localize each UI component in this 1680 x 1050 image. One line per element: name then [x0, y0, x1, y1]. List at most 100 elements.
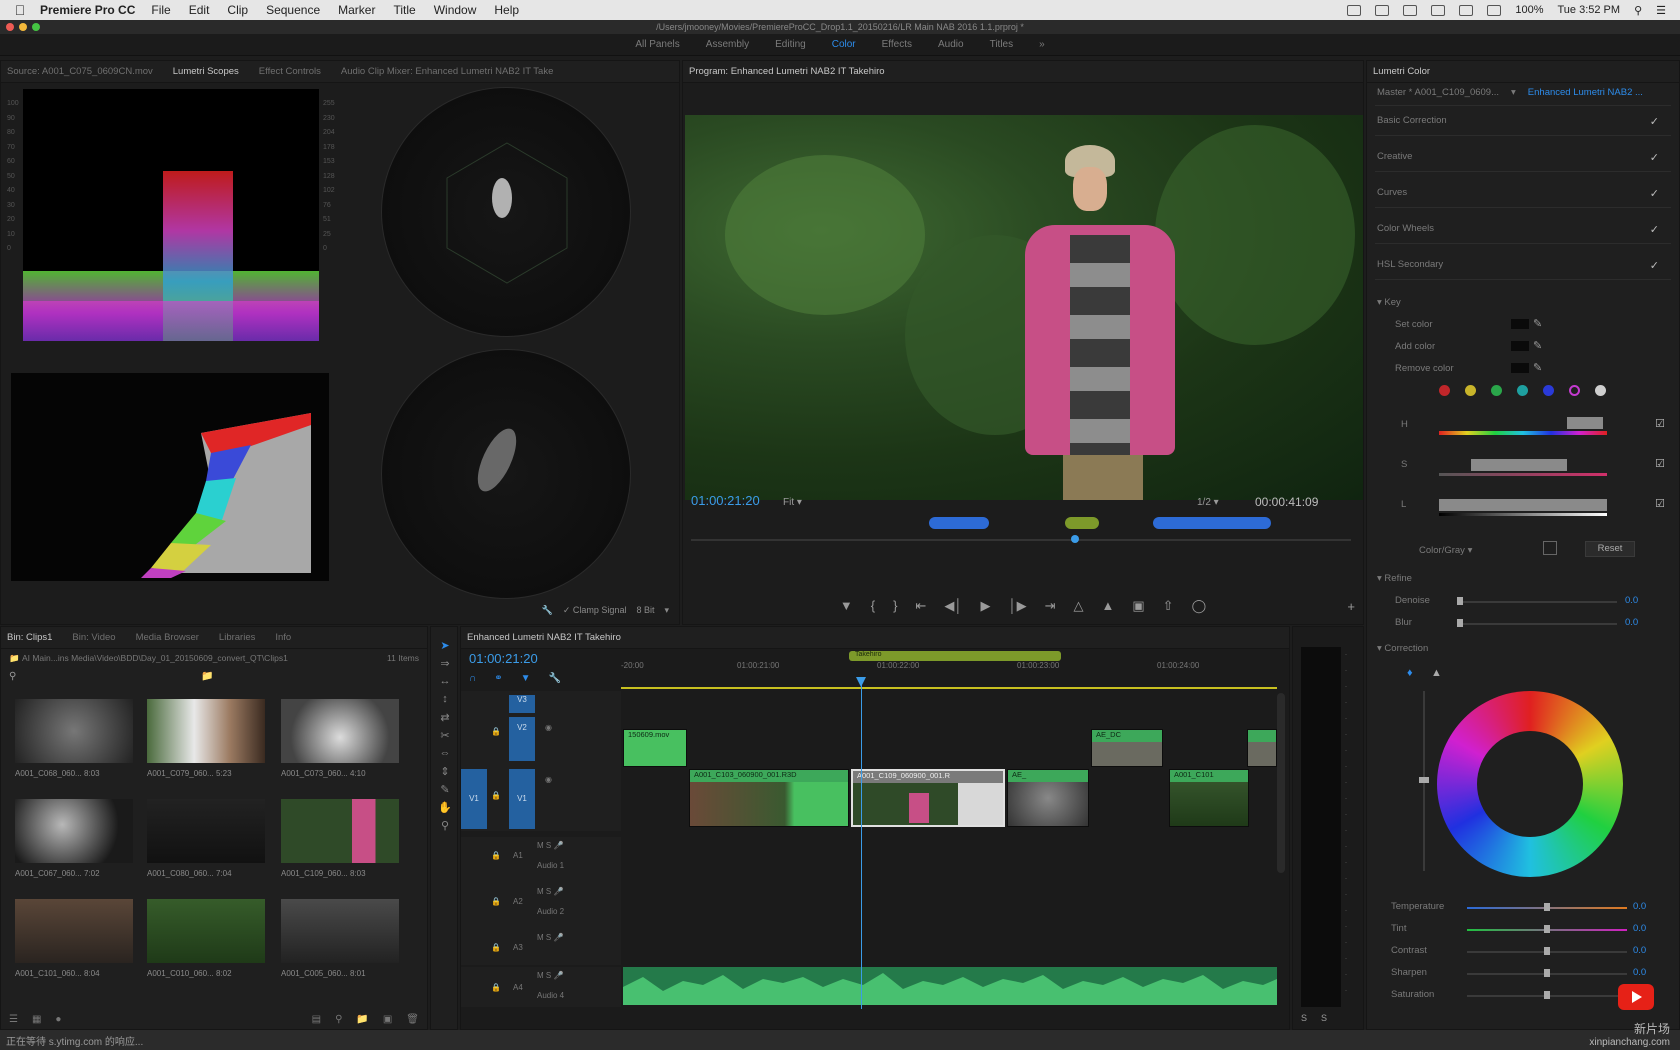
preset-cyan-swatch[interactable]: [1517, 385, 1528, 396]
go-to-in-icon[interactable]: ⇤: [915, 598, 926, 614]
clip-thumbnail-7[interactable]: [15, 899, 133, 963]
contrast-slider-knob[interactable]: [1544, 947, 1550, 955]
blur-slider[interactable]: [1457, 623, 1617, 625]
tab-effect-controls[interactable]: Effect Controls: [259, 66, 321, 77]
reset-button[interactable]: Reset: [1585, 541, 1635, 557]
new-bin-icon[interactable]: 📁: [201, 671, 213, 682]
wrench-icon[interactable]: 🔧: [542, 605, 553, 616]
eyedropper-add-icon[interactable]: ✎: [1533, 339, 1542, 352]
slide-tool-icon[interactable]: ⇕: [431, 765, 457, 783]
notification-icon[interactable]: ☰: [1656, 4, 1666, 17]
tab-bin-clips1[interactable]: Bin: Clips1: [7, 632, 52, 643]
menu-help[interactable]: Help: [494, 3, 519, 17]
timeline-clip[interactable]: 150609.mov: [623, 729, 687, 767]
hue-range-handle[interactable]: [1567, 417, 1603, 429]
automate-icon[interactable]: ▤: [312, 1014, 321, 1025]
tab-program-monitor[interactable]: Program: Enhanced Lumetri NAB2 IT Takehi…: [689, 66, 885, 77]
marker-blue-2[interactable]: [1153, 517, 1271, 529]
volume-icon[interactable]: [1487, 4, 1502, 16]
clip-thumbnail-2[interactable]: [147, 699, 265, 763]
new-bin-footer-icon[interactable]: 📁: [356, 1014, 368, 1025]
section-hsl-secondary[interactable]: HSL Secondary ✓: [1377, 259, 1667, 272]
a1-target[interactable]: A1: [513, 851, 523, 860]
bluetooth-icon[interactable]: [1431, 4, 1446, 16]
tab-sequence[interactable]: Enhanced Lumetri NAB2 IT Takehiro: [467, 632, 621, 643]
ripple-edit-tool-icon[interactable]: ↔: [431, 675, 457, 693]
search-icon[interactable]: ⚲: [9, 671, 16, 682]
tab-bin-video[interactable]: Bin: Video: [72, 632, 115, 643]
section-basic-correction[interactable]: Basic Correction ✓: [1377, 115, 1667, 128]
rolling-edit-tool-icon[interactable]: ↕: [431, 693, 457, 711]
denoise-value[interactable]: 0.0: [1625, 595, 1679, 606]
a4-target[interactable]: A4: [513, 983, 523, 992]
marker-green[interactable]: [1065, 517, 1099, 529]
chevron-down-icon[interactable]: ▾: [664, 605, 669, 616]
timeline-settings-icon[interactable]: 🔧: [548, 673, 560, 684]
trash-icon[interactable]: 🗑: [406, 1014, 419, 1025]
tab-lumetri-scopes[interactable]: Lumetri Scopes: [173, 66, 239, 77]
list-view-icon[interactable]: ☰: [9, 1014, 18, 1025]
razor-tool-icon[interactable]: ✂: [431, 729, 457, 747]
preset-red-swatch[interactable]: [1439, 385, 1450, 396]
three-way-wheel-icon[interactable]: ▲: [1431, 667, 1442, 679]
clip-thumbnail-3[interactable]: [281, 699, 399, 763]
tab-libraries[interactable]: Libraries: [219, 632, 255, 643]
timeline-clip[interactable]: AE_DC: [1091, 729, 1163, 767]
mark-out-icon[interactable]: }: [893, 598, 897, 614]
eyedropper-remove-icon[interactable]: ✎: [1533, 361, 1542, 374]
cloud-icon[interactable]: [1375, 4, 1390, 16]
lock-icon[interactable]: 🔒: [491, 727, 501, 736]
menu-clip[interactable]: Clip: [227, 3, 248, 17]
add-marker-timeline-icon[interactable]: ▼: [521, 673, 531, 684]
airplay-icon[interactable]: [1347, 4, 1362, 16]
hue-range-slider[interactable]: [1439, 431, 1607, 435]
mute-solo-icons[interactable]: M S 🎤: [537, 841, 563, 850]
lightness-enable-checkbox[interactable]: ☑: [1655, 497, 1665, 510]
menu-sequence[interactable]: Sequence: [266, 3, 320, 17]
tint-value[interactable]: 0.0: [1633, 923, 1679, 934]
sharpen-value[interactable]: 0.0: [1633, 967, 1679, 978]
v1-source-patch[interactable]: V1: [461, 769, 487, 829]
shield-icon[interactable]: [1403, 4, 1418, 16]
share-icon[interactable]: ⇧: [1163, 598, 1174, 614]
program-scrub-bar[interactable]: [691, 539, 1351, 541]
preset-magenta-swatch[interactable]: [1569, 385, 1580, 396]
workspace-editing[interactable]: Editing: [775, 39, 806, 50]
preset-green-swatch[interactable]: [1491, 385, 1502, 396]
timeline-vertical-scrollbar[interactable]: [1277, 693, 1285, 873]
key-header[interactable]: ▾ Key: [1377, 297, 1667, 308]
step-back-icon[interactable]: ◀│: [944, 598, 962, 614]
v3-target[interactable]: V3: [509, 695, 535, 713]
program-playhead[interactable]: [1071, 535, 1079, 543]
zoom-tool-icon[interactable]: ⚲: [431, 819, 457, 837]
wifi-icon[interactable]: [1459, 4, 1474, 16]
go-to-out-icon[interactable]: ⇥: [1045, 598, 1056, 614]
mute-solo-icons[interactable]: M S 🎤: [537, 933, 563, 942]
section-color-wheels[interactable]: Color Wheels ✓: [1377, 223, 1667, 236]
workspace-assembly[interactable]: Assembly: [706, 39, 749, 50]
rate-stretch-tool-icon[interactable]: ⇄: [431, 711, 457, 729]
lightness-range-handle[interactable]: [1439, 499, 1607, 511]
find-icon[interactable]: ⚲: [335, 1014, 342, 1025]
clip-thumbnail-8[interactable]: [147, 899, 265, 963]
temperature-slider-knob[interactable]: [1544, 903, 1550, 911]
linked-selection-icon[interactable]: ⚭: [494, 673, 502, 684]
clip-thumbnail-9[interactable]: [281, 899, 399, 963]
fit-select[interactable]: Fit ▾: [783, 497, 802, 508]
program-video-frame[interactable]: [685, 115, 1363, 500]
workspace-titles[interactable]: Titles: [990, 39, 1014, 50]
tab-info[interactable]: Info: [275, 632, 291, 643]
resolution-select[interactable]: 1/2 ▾: [1197, 497, 1219, 508]
mute-solo-icons[interactable]: M S 🎤: [537, 887, 563, 896]
workspace-audio[interactable]: Audio: [938, 39, 964, 50]
more-workspaces-icon[interactable]: »: [1039, 39, 1045, 50]
single-wheel-icon[interactable]: ♦: [1407, 667, 1413, 679]
preset-blue-swatch[interactable]: [1543, 385, 1554, 396]
lock-icon[interactable]: 🔒: [491, 943, 501, 952]
section-creative[interactable]: Creative ✓: [1377, 151, 1667, 164]
workspace-color[interactable]: Color: [832, 39, 856, 50]
apple-icon[interactable]: : [0, 2, 40, 18]
correction-header[interactable]: ▾ Correction: [1377, 643, 1667, 654]
lock-icon[interactable]: 🔒: [491, 897, 501, 906]
tab-source-monitor[interactable]: Source: A001_C075_0609CN.mov: [7, 66, 153, 77]
